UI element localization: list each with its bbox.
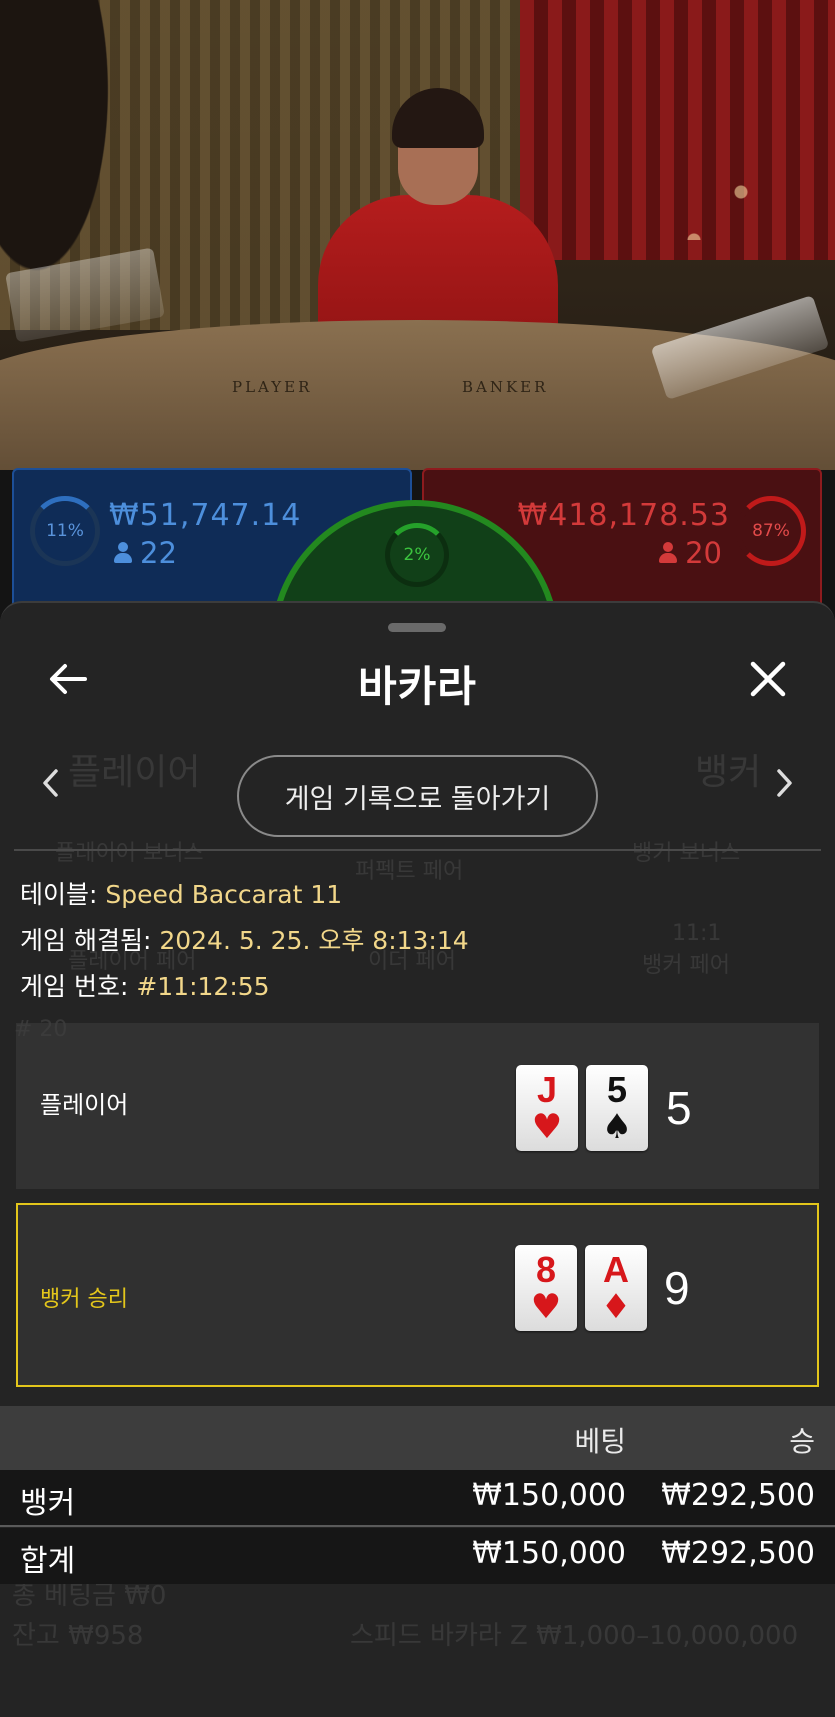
ghost-perfect-pair: 퍼펙트 페어 bbox=[355, 859, 464, 884]
winner-highlight bbox=[16, 1203, 819, 1387]
playing-card: 5 ♠ bbox=[586, 1065, 648, 1151]
playing-card: J ♥ bbox=[516, 1065, 578, 1151]
sheet-title: 바카라 bbox=[358, 662, 477, 711]
spade-suit-icon: ♠ bbox=[601, 1107, 633, 1147]
ghost-banker-pair-ratio: 11:1 bbox=[672, 921, 722, 946]
card-rank: 5 bbox=[606, 1069, 628, 1110]
ghost-player-bonus: 플레이어 보너스 bbox=[55, 841, 204, 866]
player-percent-ring: 11% bbox=[30, 496, 100, 566]
player-percent: 11% bbox=[46, 521, 84, 541]
tie-percent: 2% bbox=[403, 545, 431, 565]
tie-percent-ring: 2% bbox=[385, 523, 449, 587]
back-to-history-button[interactable]: 게임 기록으로 돌아가기 bbox=[237, 755, 598, 837]
banker-percent: 87% bbox=[752, 521, 790, 541]
table-banker-text: BANKER bbox=[462, 378, 549, 396]
banker-bet-amount: ₩418,178.53 bbox=[517, 498, 730, 533]
heart-suit-icon: ♥ bbox=[531, 1107, 563, 1147]
resolved-info: 게임 해결됨: 2024. 5. 25. 오후 8:13:14 bbox=[20, 921, 469, 957]
resolved-label: 게임 해결됨: bbox=[20, 926, 152, 955]
player-bet-amount: ₩51,747.14 bbox=[109, 498, 302, 533]
ghost-banker-bonus: 뱅커 보너스 bbox=[632, 841, 741, 866]
banker-bettor-count: 20 bbox=[659, 536, 722, 570]
chevron-right-icon[interactable] bbox=[763, 761, 807, 805]
game-result-sheet: 플레이어 뱅커 플레이어 보너스 퍼펙트 페어 뱅커 보너스 플레이어 페어 이… bbox=[0, 601, 835, 1717]
game-number-info: 게임 번호: #11:12:55 bbox=[20, 967, 270, 1003]
ghost-player-label: 플레이어 bbox=[68, 752, 201, 793]
banker-percent-ring: 87% bbox=[736, 496, 806, 566]
player-hand-total: 5 bbox=[666, 1082, 692, 1134]
total-win-amount: ₩292,500 bbox=[661, 1536, 815, 1571]
second-dealer bbox=[0, 0, 120, 300]
table-player-text: PLAYER bbox=[232, 378, 313, 396]
bet-amount: ₩150,000 bbox=[472, 1478, 626, 1513]
sheet-drag-handle[interactable] bbox=[388, 623, 446, 632]
ghost-limits: 스피드 바카라 Z ₩1,000–10,000,000 bbox=[350, 1621, 799, 1651]
ghost-banker-label: 뱅커 bbox=[695, 752, 762, 793]
card-rank: J bbox=[536, 1069, 558, 1110]
bets-table-header: 베팅 승 bbox=[0, 1406, 835, 1470]
game-number-value: #11:12:55 bbox=[136, 972, 270, 1001]
player-hand-row: 플레이어 J ♥ 5 ♠ 5 bbox=[16, 1023, 819, 1189]
close-icon[interactable] bbox=[738, 649, 798, 709]
bet-name: 뱅커 bbox=[20, 1486, 76, 1521]
player-bettor-count: 22 bbox=[114, 536, 177, 570]
player-hand-label: 플레이어 bbox=[40, 1091, 129, 1119]
banker-count-value: 20 bbox=[685, 536, 722, 570]
total-label: 합계 bbox=[20, 1544, 76, 1579]
table-value: Speed Baccarat 11 bbox=[105, 880, 343, 909]
bet-column-header: 베팅 bbox=[574, 1425, 626, 1458]
chevron-left-icon[interactable] bbox=[28, 761, 72, 805]
divider bbox=[0, 1525, 835, 1527]
win-amount: ₩292,500 bbox=[661, 1478, 815, 1513]
total-bet-amount: ₩150,000 bbox=[472, 1536, 626, 1571]
win-column-header: 승 bbox=[789, 1425, 815, 1458]
ghost-banker-pair: 뱅커 페어 bbox=[642, 953, 730, 978]
ghost-balance: 잔고 ₩958 bbox=[12, 1621, 144, 1651]
person-icon bbox=[114, 542, 132, 564]
person-icon bbox=[659, 542, 678, 564]
table-label: 테이블: bbox=[20, 880, 98, 909]
table-info: 테이블: Speed Baccarat 11 bbox=[20, 875, 342, 911]
live-video-feed: PLAYER BANKER bbox=[0, 0, 835, 470]
player-count-value: 22 bbox=[140, 536, 177, 570]
game-number-label: 게임 번호: bbox=[20, 972, 129, 1001]
decor-lights bbox=[600, 0, 835, 240]
resolved-value: 2024. 5. 25. 오후 8:13:14 bbox=[159, 926, 469, 955]
total-row: 합계 ₩150,000 ₩292,500 bbox=[0, 1528, 835, 1584]
divider bbox=[14, 849, 821, 851]
table-row: 뱅커 ₩150,000 ₩292,500 bbox=[0, 1470, 835, 1526]
